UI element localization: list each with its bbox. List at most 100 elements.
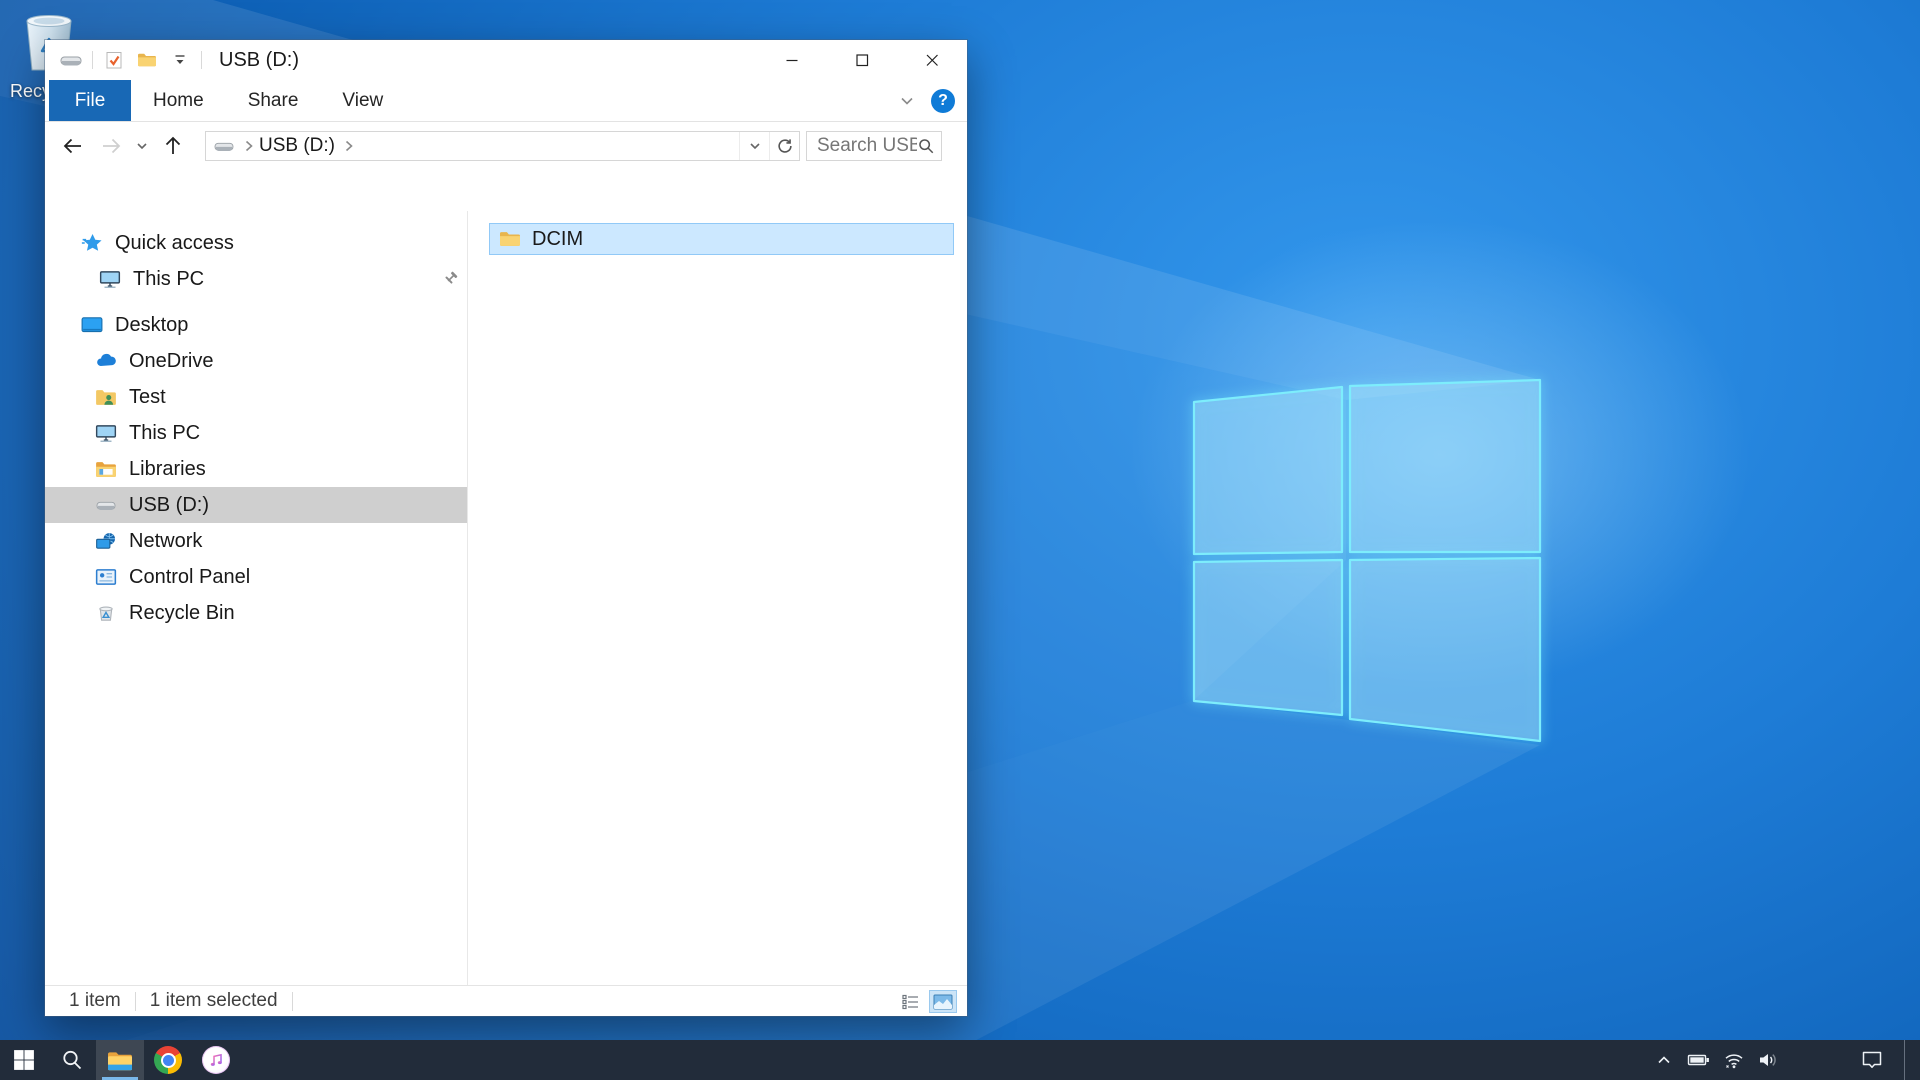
quick-access-toolbar: USB (D:) (45, 47, 299, 73)
qat-new-folder-button[interactable] (135, 47, 159, 73)
chrome-icon (154, 1046, 182, 1074)
taskbar-itunes-button[interactable] (192, 1040, 240, 1080)
taskbar (0, 1040, 1920, 1080)
network-globe-icon (95, 530, 117, 552)
breadcrumb-label: USB (D:) (259, 135, 335, 157)
taskbar-search-button[interactable] (48, 1040, 96, 1080)
properties-checkbox-icon (104, 50, 124, 70)
status-separator (292, 992, 293, 1011)
file-explorer-icon (106, 1048, 134, 1072)
recent-locations-button[interactable] (133, 129, 151, 163)
battery-icon (1687, 1050, 1711, 1070)
sidebar-item-network[interactable]: Network (45, 523, 467, 559)
sidebar-item-quick-access[interactable]: Quick access (45, 225, 467, 261)
chevron-right-icon (343, 139, 355, 153)
caption-buttons (757, 40, 967, 80)
usb-drive-icon (95, 496, 117, 514)
back-button[interactable] (57, 129, 89, 163)
sidebar-item-label: Test (129, 386, 166, 409)
details-view-icon (902, 994, 920, 1010)
minimize-button[interactable] (757, 40, 827, 80)
search-icon[interactable] (917, 137, 935, 155)
file-item-dcim[interactable]: DCIM (489, 223, 954, 255)
sidebar-item-usb-drive[interactable]: USB (D:) (45, 487, 467, 523)
monitor-icon (99, 268, 121, 290)
chevron-down-icon (135, 139, 149, 153)
tray-chevron-button[interactable] (1646, 1040, 1681, 1080)
monitor-icon (95, 422, 117, 444)
sidebar-item-label: Network (129, 530, 202, 553)
address-bar[interactable]: USB (D:) (205, 131, 800, 161)
large-icons-view-button[interactable] (929, 990, 957, 1013)
sidebar-item-control-panel[interactable]: Control Panel (45, 559, 467, 595)
breadcrumb-chevron-icon[interactable] (343, 139, 355, 153)
close-icon (922, 50, 942, 70)
qat-properties-button[interactable] (102, 47, 126, 73)
search-box (806, 131, 942, 161)
item-count: 1 item (69, 990, 121, 1012)
sidebar-item-label: Recycle Bin (129, 602, 235, 625)
wifi-indicator[interactable] (1716, 1040, 1751, 1080)
sidebar-item-label: Desktop (115, 314, 188, 337)
address-dropdown-button[interactable] (739, 132, 769, 160)
window-icon (59, 47, 83, 73)
usb-drive-icon (213, 137, 235, 155)
sidebar-item-onedrive[interactable]: OneDrive (45, 343, 467, 379)
start-button[interactable] (0, 1040, 48, 1080)
search-input[interactable] (817, 135, 917, 157)
tab-file[interactable]: File (49, 80, 131, 121)
toolbar-separator (201, 51, 202, 69)
file-explorer-window: USB (D:) File Home Share View (45, 40, 967, 1016)
new-folder-icon (137, 51, 157, 69)
pin-icon[interactable] (441, 270, 459, 294)
windows-start-icon (13, 1049, 35, 1071)
sidebar-item-desktop[interactable]: Desktop (45, 307, 467, 343)
sidebar-item-recycle-bin[interactable]: Recycle Bin (45, 595, 467, 631)
sidebar-item-this-pc-pinned[interactable]: This PC (45, 261, 467, 297)
address-drive-icon-wrap (213, 137, 235, 155)
sidebar-item-label: This PC (129, 422, 200, 445)
taskbar-chrome-button[interactable] (144, 1040, 192, 1080)
tab-home[interactable]: Home (131, 80, 226, 121)
chevron-down-icon (748, 139, 762, 153)
desktop-screen-icon (81, 314, 103, 336)
volume-indicator[interactable] (1751, 1040, 1786, 1080)
libraries-folder-icon (95, 458, 117, 480)
user-folder-icon (95, 386, 117, 408)
expand-ribbon-chevron-icon[interactable] (897, 91, 917, 111)
battery-indicator[interactable] (1681, 1040, 1716, 1080)
sidebar-item-label: OneDrive (129, 350, 213, 373)
ribbon-right-controls: ? (897, 80, 955, 122)
file-list-pane[interactable]: DCIM (468, 211, 967, 985)
qat-customize-button[interactable] (168, 47, 192, 73)
up-button[interactable] (157, 129, 189, 163)
system-tray (1646, 1040, 1912, 1080)
refresh-button[interactable] (769, 132, 799, 160)
action-center-button[interactable] (1848, 1040, 1896, 1080)
status-bar: 1 item 1 item selected (45, 985, 967, 1016)
maximize-button[interactable] (827, 40, 897, 80)
tab-share[interactable]: Share (226, 80, 321, 121)
recycle-bin-icon (95, 602, 117, 624)
ribbon-tabs: File Home Share View ? (45, 80, 967, 122)
help-button[interactable]: ? (931, 89, 955, 113)
window-title: USB (D:) (219, 49, 299, 72)
sidebar-item-libraries[interactable]: Libraries (45, 451, 467, 487)
tab-view[interactable]: View (320, 80, 405, 121)
sidebar-item-this-pc[interactable]: This PC (45, 415, 467, 451)
breadcrumb-chevron-icon[interactable] (243, 139, 255, 153)
details-view-button[interactable] (897, 990, 925, 1013)
forward-button[interactable] (95, 129, 127, 163)
quick-access-star-icon (81, 232, 103, 254)
taskbar-file-explorer-button[interactable] (96, 1040, 144, 1080)
file-name: DCIM (532, 228, 583, 251)
chevron-bar-down-icon (172, 53, 188, 67)
show-desktop-button[interactable] (1904, 1040, 1912, 1080)
close-button[interactable] (897, 40, 967, 80)
sidebar-gap (45, 297, 467, 307)
sidebar-item-test[interactable]: Test (45, 379, 467, 415)
back-arrow-icon (61, 136, 85, 156)
breadcrumb-segment[interactable]: USB (D:) (259, 135, 335, 157)
sidebar-item-label: This PC (133, 268, 204, 291)
control-panel-icon (95, 566, 117, 588)
